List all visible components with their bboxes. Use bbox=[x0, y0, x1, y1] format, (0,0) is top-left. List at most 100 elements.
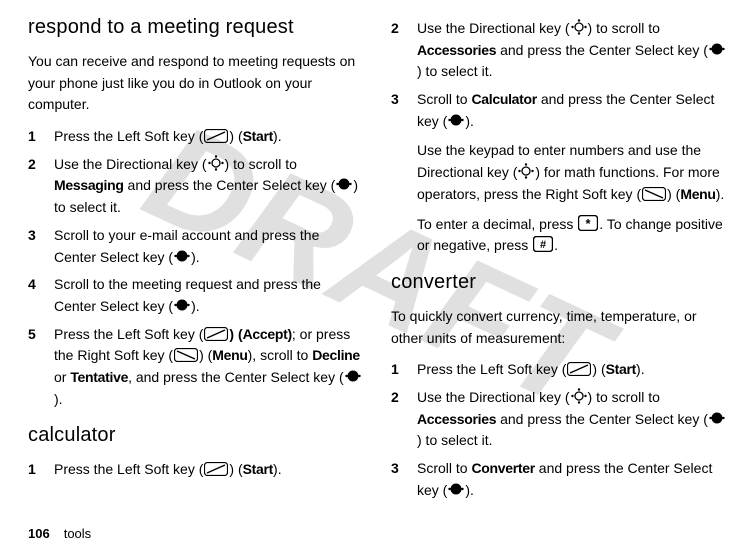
label-tentative: Tentative bbox=[70, 369, 128, 385]
text: To enter a decimal, press bbox=[417, 216, 577, 232]
step-number: 3 bbox=[391, 458, 403, 501]
text: ). bbox=[191, 298, 200, 314]
respond-step-2: 2 Use the Directional key ( ) to scroll t… bbox=[28, 154, 363, 219]
text: ). bbox=[191, 249, 200, 265]
footer-section: tools bbox=[64, 526, 91, 541]
text: Press the Left Soft key ( bbox=[54, 128, 203, 144]
page-footer: 106 tools bbox=[28, 526, 91, 541]
star-key-icon: * bbox=[578, 215, 598, 231]
left-soft-key-icon bbox=[204, 462, 228, 476]
left-soft-key-icon bbox=[204, 129, 228, 143]
text: and press the Center Select key ( bbox=[496, 411, 708, 427]
text: ). bbox=[636, 361, 645, 377]
text: ) ( bbox=[229, 461, 242, 477]
directional-key-icon bbox=[518, 163, 534, 179]
conv-step-3: 3 Scroll to Converter and press the Cent… bbox=[391, 458, 726, 501]
text: and press the Center Select key ( bbox=[496, 42, 708, 58]
step-number: 4 bbox=[28, 274, 40, 317]
text: ) ( bbox=[667, 186, 680, 202]
label-menu: Menu bbox=[680, 186, 715, 202]
center-select-key-icon bbox=[345, 368, 361, 384]
text: Press the Left Soft key ( bbox=[54, 461, 203, 477]
center-select-key-icon bbox=[174, 248, 190, 264]
text: Press the Left Soft key ( bbox=[54, 326, 203, 342]
svg-text:#: # bbox=[540, 239, 546, 251]
text: ). bbox=[54, 391, 63, 407]
text: or bbox=[54, 369, 70, 385]
text: ). bbox=[273, 461, 282, 477]
label-accept: Accept) bbox=[243, 326, 292, 342]
text: Use the Directional key ( bbox=[417, 389, 570, 405]
text: ) ( bbox=[592, 361, 605, 377]
calc-step-3: 3 Scroll to Calculator and press the Cen… bbox=[391, 89, 726, 132]
text: Use the Directional key ( bbox=[54, 156, 207, 172]
heading-converter: converter bbox=[391, 267, 726, 298]
label-messaging: Messaging bbox=[54, 177, 124, 193]
right-soft-key-icon bbox=[642, 187, 666, 201]
text: ) to select it. bbox=[417, 432, 492, 448]
text: ). bbox=[273, 128, 282, 144]
text: ). bbox=[716, 186, 725, 202]
hash-key-icon: # bbox=[533, 236, 553, 252]
text: Use the Directional key ( bbox=[417, 20, 570, 36]
text: and press the Center Select key ( bbox=[124, 177, 336, 193]
text: ) to select it. bbox=[417, 63, 492, 79]
center-select-key-icon bbox=[709, 41, 725, 57]
lead-respond: You can receive and respond to meeting r… bbox=[28, 51, 363, 116]
label-calculator: Calculator bbox=[471, 91, 536, 107]
label-accessories: Accessories bbox=[417, 42, 496, 58]
step-number: 1 bbox=[391, 359, 403, 381]
text: ) to scroll to bbox=[225, 156, 297, 172]
left-soft-key-icon bbox=[204, 327, 228, 341]
heading-calculator: calculator bbox=[28, 420, 363, 451]
step-number: 3 bbox=[391, 89, 403, 132]
text: ). bbox=[465, 113, 474, 129]
label-start: Start bbox=[606, 361, 636, 377]
respond-step-3: 3 Scroll to your e-mail account and pres… bbox=[28, 225, 363, 268]
center-select-key-icon bbox=[448, 481, 464, 497]
directional-key-icon bbox=[571, 388, 587, 404]
text: ). bbox=[465, 482, 474, 498]
page-number: 106 bbox=[28, 526, 50, 541]
right-soft-key-icon bbox=[174, 348, 198, 362]
lead-converter: To quickly convert currency, time, tempe… bbox=[391, 306, 726, 349]
step-number: 2 bbox=[391, 18, 403, 83]
text: . bbox=[554, 237, 558, 253]
calc-step-2: 2 Use the Directional key () to scroll t… bbox=[391, 18, 726, 83]
label-start: Start bbox=[243, 461, 273, 477]
step-number: 1 bbox=[28, 126, 40, 148]
text: Press the Left Soft key ( bbox=[417, 361, 566, 377]
text: ) ( bbox=[229, 128, 242, 144]
step-number: 2 bbox=[28, 154, 40, 219]
conv-step-2: 2 Use the Directional key ( ) to scroll t… bbox=[391, 387, 726, 452]
calc-step-1: 1 Press the Left Soft key ( ) (Start). bbox=[28, 459, 363, 481]
step-number: 2 bbox=[391, 387, 403, 452]
svg-text:*: * bbox=[586, 216, 592, 231]
center-select-key-icon bbox=[336, 176, 352, 192]
directional-key-icon bbox=[208, 155, 224, 171]
respond-step-4: 4 Scroll to the meeting request and pres… bbox=[28, 274, 363, 317]
step-number: 3 bbox=[28, 225, 40, 268]
text: , and press the Center Select key ( bbox=[128, 369, 344, 385]
label-start: Start bbox=[243, 128, 273, 144]
label-decline: Decline bbox=[312, 347, 360, 363]
respond-step-1: 1 Press the Left Soft key ( ) (Start). bbox=[28, 126, 363, 148]
center-select-key-icon bbox=[448, 112, 464, 128]
label-menu: Menu bbox=[212, 347, 247, 363]
text: ) ( bbox=[199, 347, 212, 363]
text: ) to scroll to bbox=[588, 389, 660, 405]
text: ), scroll to bbox=[248, 347, 313, 363]
right-column: 2 Use the Directional key ( ) to scroll t… bbox=[391, 12, 726, 509]
calc-note-2: To enter a decimal, press *. To change p… bbox=[417, 214, 726, 257]
left-column: respond to a meeting request You can rec… bbox=[28, 12, 363, 509]
conv-step-1: 1 Press the Left Soft key ( ) (Start). bbox=[391, 359, 726, 381]
calc-note-1: Use the keypad to enter numbers and use … bbox=[417, 140, 726, 205]
center-select-key-icon bbox=[709, 410, 725, 426]
step-number: 1 bbox=[28, 459, 40, 481]
respond-step-5: 5 Press the Left Soft key () (Accept); o… bbox=[28, 324, 363, 411]
left-soft-key-icon bbox=[567, 362, 591, 376]
label-accessories: Accessories bbox=[417, 411, 496, 427]
text: ) ( bbox=[229, 326, 242, 342]
heading-respond: respond to a meeting request bbox=[28, 12, 363, 43]
center-select-key-icon bbox=[174, 297, 190, 313]
